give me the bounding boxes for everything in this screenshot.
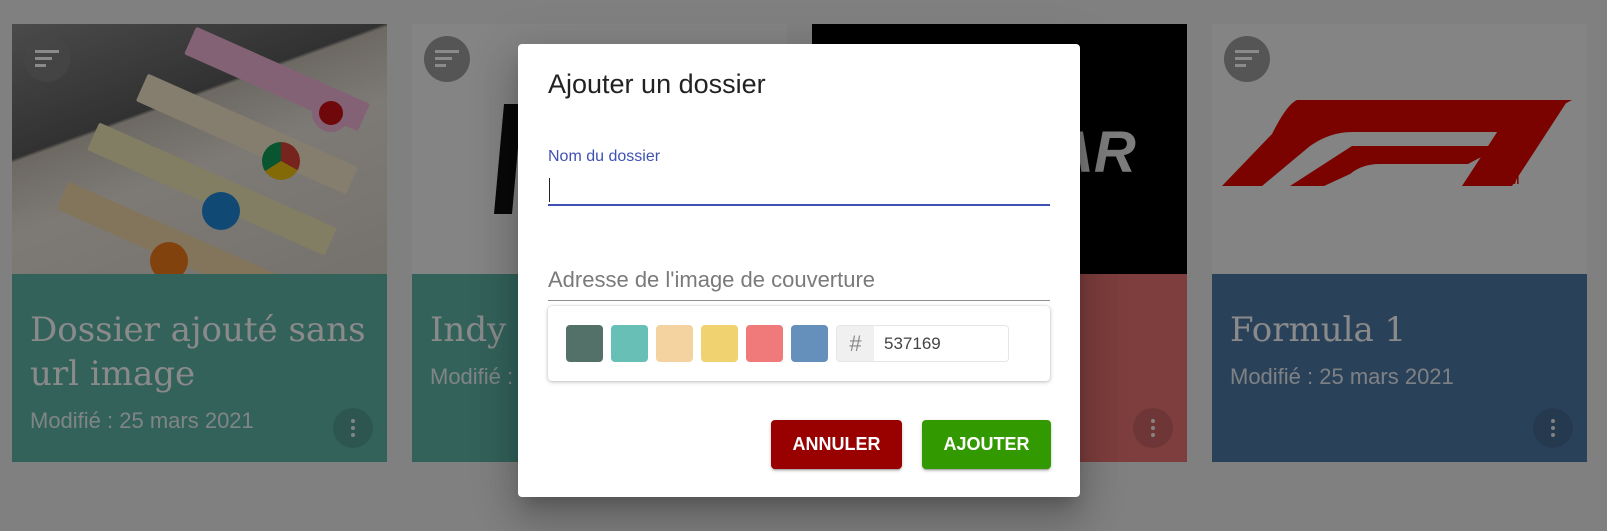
add-button[interactable]: AJOUTER (922, 420, 1051, 469)
add-folder-dialog: Ajouter un dossier Nom du dossier Adress… (518, 44, 1080, 497)
color-swatch[interactable] (611, 325, 648, 362)
color-swatch[interactable] (566, 325, 603, 362)
folder-name-input[interactable] (548, 172, 1050, 206)
color-swatch[interactable] (656, 325, 693, 362)
cover-url-field[interactable]: Adresse de l'image de couverture (548, 259, 1050, 301)
dialog-title: Ajouter un dossier (548, 69, 766, 99)
text-caret (549, 178, 550, 202)
hex-color-field[interactable]: # 537169 (836, 325, 1009, 362)
color-swatch[interactable] (791, 325, 828, 362)
color-swatch[interactable] (701, 325, 738, 362)
hex-color-input[interactable]: 537169 (874, 326, 1008, 361)
folder-name-label: Nom du dossier (548, 148, 661, 165)
color-swatch[interactable] (746, 325, 783, 362)
color-picker: # 537169 (548, 306, 1050, 381)
folder-name-field[interactable]: Nom du dossier (548, 148, 1050, 206)
cover-url-placeholder: Adresse de l'image de couverture (548, 267, 876, 292)
cancel-button[interactable]: ANNULER (771, 420, 902, 469)
hash-symbol: # (837, 326, 874, 361)
